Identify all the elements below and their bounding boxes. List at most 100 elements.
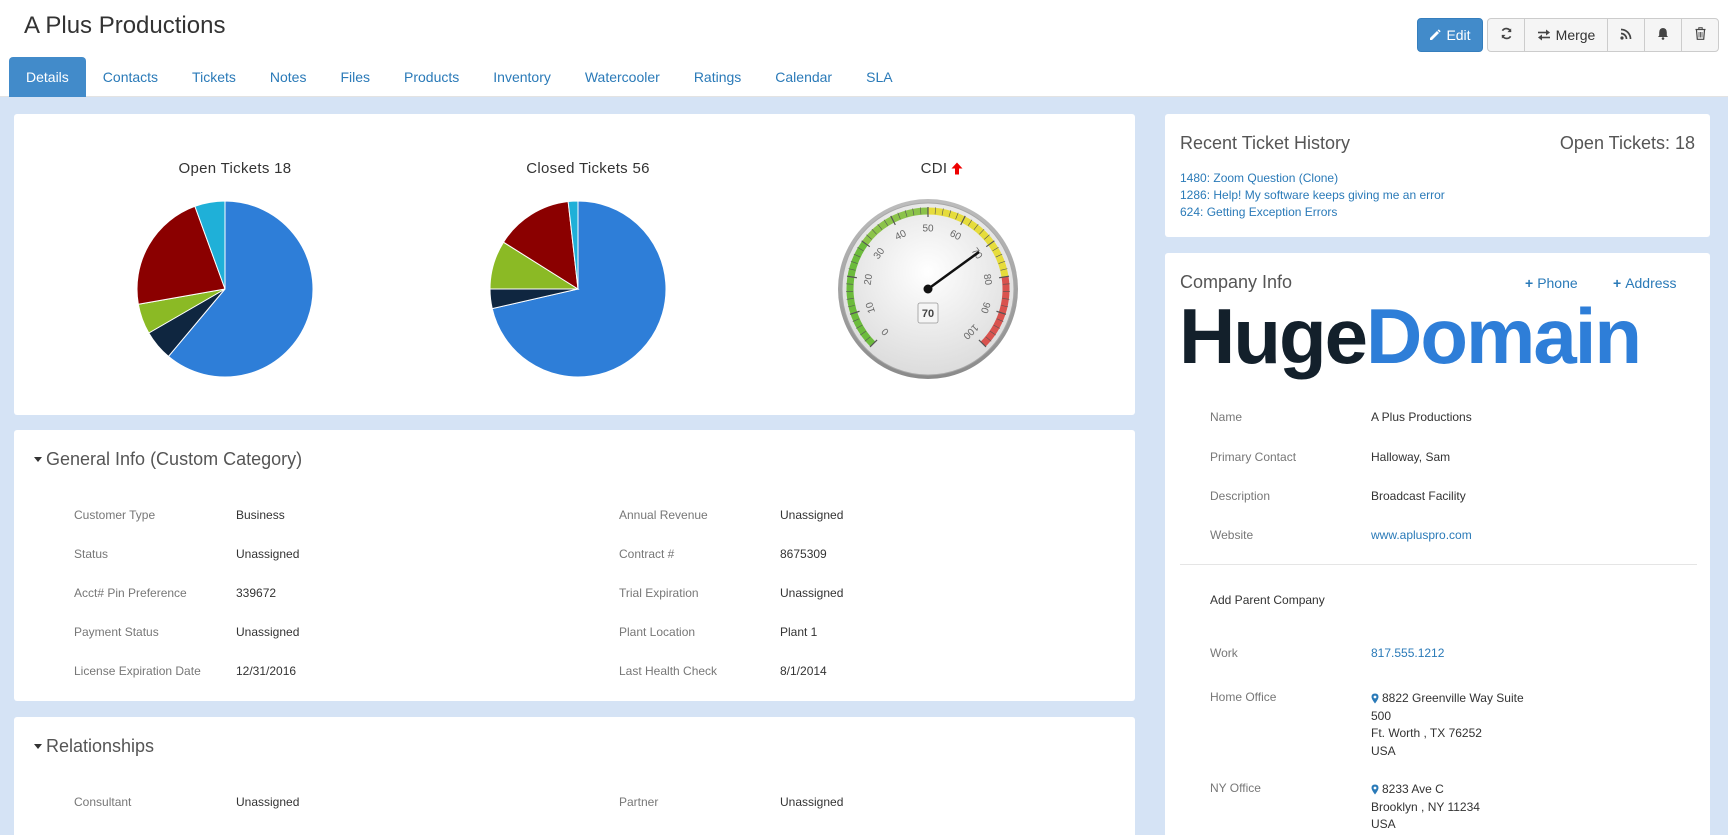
bell-icon	[1657, 27, 1669, 43]
gauge-tick-label: 50	[922, 224, 934, 235]
tab-calendar[interactable]: Calendar	[758, 57, 849, 97]
address-line: 8822 Greenville Way Suite	[1382, 691, 1524, 705]
field-label: Trial Expiration	[619, 586, 699, 600]
general-info-title: General Info (Custom Category)	[46, 449, 303, 469]
field-value: Unassigned	[780, 508, 844, 522]
field-value: 12/31/2016	[236, 664, 297, 678]
add-phone-button[interactable]: + Phone	[1525, 275, 1578, 291]
rss-button[interactable]	[1607, 18, 1645, 52]
field-value: Unassigned	[236, 625, 300, 639]
cdi-label: CDI	[920, 160, 948, 177]
tab-bar: Details Contacts Tickets Notes Files Pro…	[9, 57, 910, 97]
address-line: Brooklyn , NY 11234	[1371, 799, 1480, 814]
field-label: Annual Revenue	[619, 508, 708, 522]
field-label: Last Health Check	[619, 664, 718, 678]
tab-products[interactable]: Products	[387, 57, 476, 97]
ticket-link[interactable]: 624: Getting Exception Errors	[1180, 205, 1337, 219]
field-label: Customer Type	[74, 508, 156, 522]
field-value: Unassigned	[780, 795, 844, 809]
address-line: USA	[1371, 817, 1396, 831]
add-address-button[interactable]: + Address	[1613, 275, 1677, 291]
open-tickets-pie-chart[interactable]	[135, 199, 315, 379]
field-label: Website	[1210, 528, 1254, 542]
open-tickets-count: Open Tickets: 18	[1559, 133, 1695, 153]
field-label: Consultant	[74, 795, 132, 809]
add-phone-label: Phone	[1537, 275, 1578, 291]
gauge-tick-label: 20	[863, 273, 876, 286]
cdi-gauge: 010203040 50 6070809010070	[838, 199, 1018, 379]
tab-inventory[interactable]: Inventory	[476, 57, 568, 97]
field-label: Acct# Pin Preference	[74, 586, 187, 600]
address-line: Ft. Worth , TX 76252	[1371, 726, 1482, 740]
cdi-title: CDI	[842, 160, 1042, 177]
relationships-panel: Relationships Consultant Unassigned Part…	[14, 717, 1135, 835]
gauge-value-label: 70	[922, 308, 934, 320]
tab-contacts[interactable]: Contacts	[86, 57, 175, 97]
address-line: 500	[1371, 708, 1392, 723]
field-label: Partner	[619, 795, 659, 809]
company-info-panel: Company Info + Phone + Address HugeDomai…	[1165, 253, 1710, 835]
refresh-icon	[1500, 27, 1513, 43]
field-value: A Plus Productions	[1371, 410, 1472, 424]
map-marker-icon	[1371, 693, 1379, 704]
field-label: Home Office	[1210, 690, 1277, 704]
field-value: Halloway, Sam	[1371, 450, 1451, 464]
field-value: Broadcast Facility	[1371, 489, 1466, 503]
tab-details[interactable]: Details	[9, 57, 86, 97]
company-info-title: Company Info	[1180, 272, 1293, 292]
relationships-header[interactable]: Relationships	[34, 736, 154, 757]
tab-tickets[interactable]: Tickets	[175, 57, 253, 97]
pencil-icon	[1429, 29, 1441, 41]
home-office-address: 8822 Greenville Way Suite 500 Ft. Worth …	[1371, 690, 1524, 760]
website-link[interactable]: www.apluspro.com	[1371, 528, 1472, 542]
field-label: Description	[1210, 489, 1271, 503]
ny-office-address: 8233 Ave C Brooklyn , NY 11234 USA	[1371, 781, 1480, 834]
delete-button[interactable]	[1681, 18, 1719, 52]
open-tickets-title: Open Tickets 18	[178, 160, 292, 177]
tab-files[interactable]: Files	[323, 57, 387, 97]
general-info-header[interactable]: General Info (Custom Category)	[34, 449, 302, 470]
caret-down-icon	[34, 457, 42, 462]
field-label: Status	[74, 547, 109, 561]
edit-button[interactable]: Edit	[1417, 18, 1483, 52]
divider	[1180, 564, 1697, 565]
work-phone-link[interactable]: 817.555.1212	[1371, 646, 1444, 660]
exchange-icon	[1537, 29, 1551, 41]
company-logo: HugeDomain	[1179, 297, 1642, 375]
field-label: Primary Contact	[1210, 450, 1297, 464]
tab-ratings[interactable]: Ratings	[677, 57, 758, 97]
field-value: Plant 1	[780, 625, 818, 639]
ticket-link[interactable]: 1480: Zoom Question (Clone)	[1180, 171, 1338, 185]
general-info-panel: General Info (Custom Category) Customer …	[14, 430, 1135, 701]
secondary-actions: Merge	[1487, 18, 1719, 52]
page-title: A Plus Productions	[24, 12, 226, 39]
field-value: 8/1/2014	[780, 664, 827, 678]
ticket-link[interactable]: 1286: Help! My software keeps giving me …	[1180, 188, 1445, 202]
ticket-history-panel: Recent Ticket History Open Tickets: 18 1…	[1165, 114, 1710, 237]
trash-icon	[1695, 27, 1706, 43]
merge-button[interactable]: Merge	[1524, 18, 1608, 52]
address-line: 8233 Ave C	[1382, 782, 1444, 796]
notification-button[interactable]	[1644, 18, 1682, 52]
refresh-button[interactable]	[1487, 18, 1525, 52]
plus-icon: +	[1525, 275, 1534, 291]
tab-sla[interactable]: SLA	[849, 57, 909, 97]
arrow-up-icon	[951, 162, 963, 175]
field-label: Name	[1210, 410, 1243, 424]
gauge-hub	[923, 284, 933, 294]
add-parent-company-link[interactable]: Add Parent Company	[1210, 593, 1325, 607]
map-marker-icon	[1371, 784, 1379, 795]
field-value: Unassigned	[780, 586, 844, 600]
field-label: Contract #	[619, 547, 675, 561]
field-value: Unassigned	[236, 795, 300, 809]
field-label: Plant Location	[619, 625, 696, 639]
logo-text-blue: Domain	[1366, 292, 1642, 380]
field-label: License Expiration Date	[74, 664, 201, 678]
action-toolbar: Edit Merge	[1417, 18, 1719, 52]
closed-tickets-pie-chart[interactable]	[488, 199, 668, 379]
rss-icon	[1620, 27, 1632, 43]
merge-label: Merge	[1555, 27, 1596, 43]
tab-notes[interactable]: Notes	[253, 57, 324, 97]
top-bar: A Plus Productions Edit Merge Details Co…	[0, 0, 1728, 97]
tab-watercooler[interactable]: Watercooler	[568, 57, 677, 97]
